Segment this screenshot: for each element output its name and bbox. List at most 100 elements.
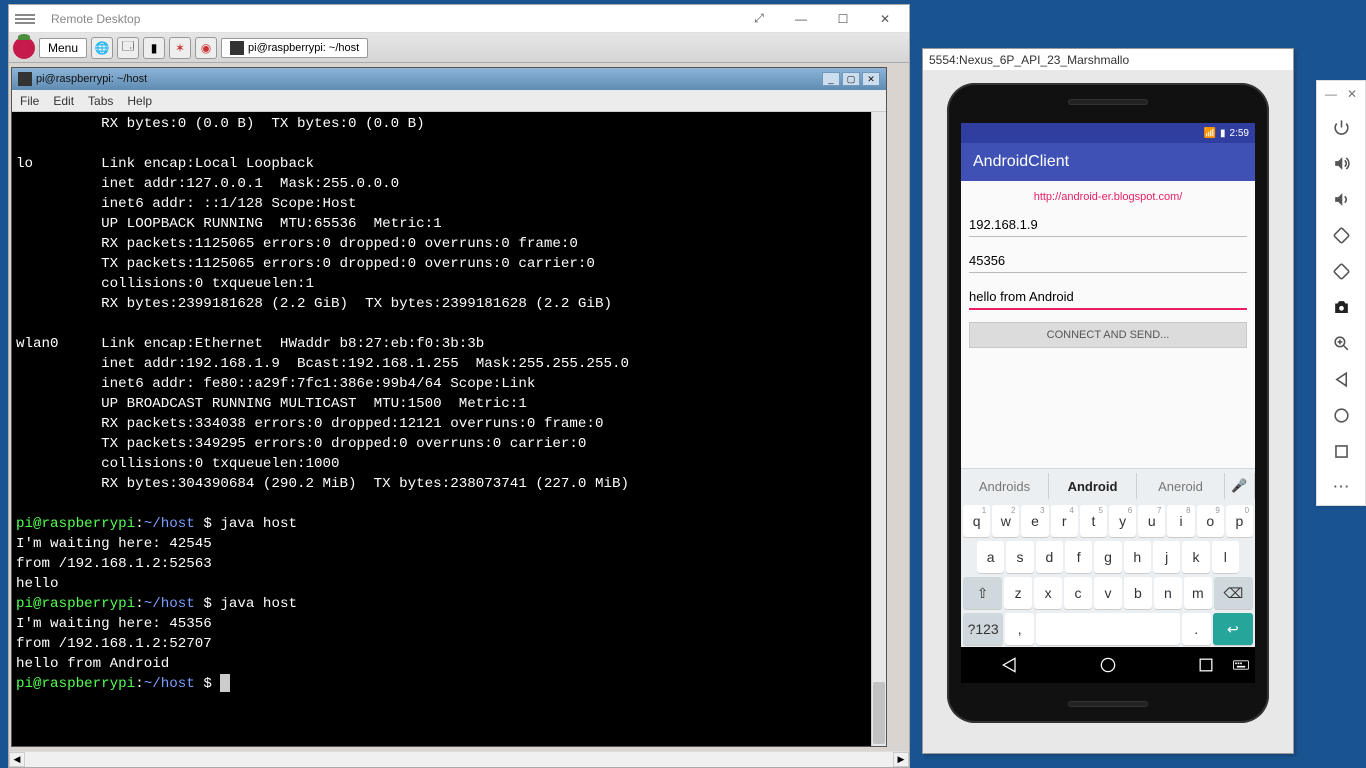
terminal-icon[interactable]: ▮ xyxy=(143,37,165,59)
term-maximize-button[interactable]: ▢ xyxy=(842,72,860,86)
enter-key[interactable]: ↩ xyxy=(1213,613,1253,645)
cursor-icon xyxy=(220,674,230,692)
term-minimize-button[interactable]: _ xyxy=(822,72,840,86)
space-key[interactable] xyxy=(1036,613,1180,645)
port-input[interactable] xyxy=(969,249,1247,273)
ip-input[interactable] xyxy=(969,213,1247,237)
suggestion-3[interactable]: Aneroid xyxy=(1137,473,1225,499)
key-n[interactable]: n xyxy=(1154,577,1182,609)
terminal-window: pi@raspberrypi: ~/host _ ▢ ✕ File Edit T… xyxy=(11,67,887,747)
key-⌫[interactable]: ⌫ xyxy=(1214,577,1253,609)
key-e[interactable]: e3 xyxy=(1021,505,1048,537)
horizontal-scrollbar[interactable]: ◀ ▶ xyxy=(9,751,909,767)
key-r[interactable]: r4 xyxy=(1051,505,1078,537)
taskbar-terminal-item[interactable]: pi@raspberrypi: ~/host xyxy=(221,38,368,58)
term-close-button[interactable]: ✕ xyxy=(862,72,880,86)
key-p[interactable]: p0 xyxy=(1226,505,1253,537)
app-title: AndroidClient xyxy=(973,153,1069,171)
comma-key[interactable]: , xyxy=(1005,613,1034,645)
key-b[interactable]: b xyxy=(1124,577,1152,609)
terminal-body[interactable]: RX bytes:0 (0.0 B) TX bytes:0 (0.0 B) lo… xyxy=(12,112,886,746)
key-l[interactable]: l xyxy=(1212,541,1239,573)
suggestion-2[interactable]: Android xyxy=(1049,473,1137,499)
toolbar-minimize-button[interactable]: — xyxy=(1325,87,1337,101)
period-key[interactable]: . xyxy=(1182,613,1211,645)
browser-icon[interactable]: 🌐 xyxy=(91,37,113,59)
emulator-titlebar[interactable]: 5554:Nexus_6P_API_23_Marshmallo xyxy=(923,49,1293,71)
menu-file[interactable]: File xyxy=(20,94,39,108)
suggestion-1[interactable]: Androids xyxy=(961,473,1049,499)
signal-icon: 📶 xyxy=(1204,128,1216,139)
volume-down-icon[interactable] xyxy=(1323,181,1359,217)
menu-edit[interactable]: Edit xyxy=(53,94,74,108)
minimize-button[interactable]: — xyxy=(783,9,819,29)
wolfram-icon[interactable]: ◉ xyxy=(195,37,217,59)
key-f[interactable]: f xyxy=(1065,541,1092,573)
mathematica-icon[interactable]: ✶ xyxy=(169,37,191,59)
remote-desktop-titlebar[interactable]: Remote Desktop ⤢ — ☐ ✕ xyxy=(9,5,909,33)
rotate-left-icon[interactable] xyxy=(1323,217,1359,253)
key-y[interactable]: y6 xyxy=(1109,505,1136,537)
raspberry-icon[interactable] xyxy=(13,37,35,59)
rpi-taskbar: Menu 🌐 🗔 ▮ ✶ ◉ pi@raspberrypi: ~/host xyxy=(9,33,909,63)
rotate-right-icon[interactable] xyxy=(1323,253,1359,289)
earpiece-icon xyxy=(1068,99,1148,105)
key-w[interactable]: w2 xyxy=(992,505,1019,537)
volume-up-icon[interactable] xyxy=(1323,145,1359,181)
zoom-icon[interactable] xyxy=(1323,325,1359,361)
home-icon[interactable] xyxy=(1323,397,1359,433)
blog-link[interactable]: http://android-er.blogspot.com/ xyxy=(969,187,1247,207)
numeric-key[interactable]: ?123 xyxy=(963,613,1003,645)
key-i[interactable]: i8 xyxy=(1167,505,1194,537)
key-h[interactable]: h xyxy=(1124,541,1151,573)
menu-button[interactable]: Menu xyxy=(39,38,87,58)
key-⇧[interactable]: ⇧ xyxy=(963,577,1002,609)
back-icon[interactable] xyxy=(1323,361,1359,397)
terminal-title: pi@raspberrypi: ~/host xyxy=(36,73,822,85)
key-a[interactable]: a xyxy=(977,541,1004,573)
key-m[interactable]: m xyxy=(1184,577,1212,609)
nav-keyboard-icon[interactable] xyxy=(1231,655,1251,675)
mic-icon[interactable]: 🎤 xyxy=(1225,473,1255,499)
key-v[interactable]: v xyxy=(1094,577,1122,609)
menu-help[interactable]: Help xyxy=(127,94,152,108)
camera-icon[interactable] xyxy=(1323,289,1359,325)
nav-back-icon[interactable] xyxy=(1000,655,1020,675)
scroll-track[interactable] xyxy=(25,752,893,767)
menu-tabs[interactable]: Tabs xyxy=(88,94,113,108)
key-row-3: ⇧zxcvbnm⌫ xyxy=(961,575,1255,611)
filemanager-icon[interactable]: 🗔 xyxy=(117,37,139,59)
close-button[interactable]: ✕ xyxy=(867,9,903,29)
key-z[interactable]: z xyxy=(1004,577,1032,609)
scroll-right-icon[interactable]: ▶ xyxy=(893,752,909,767)
overview-icon[interactable] xyxy=(1323,433,1359,469)
key-u[interactable]: u7 xyxy=(1138,505,1165,537)
key-q[interactable]: q1 xyxy=(963,505,990,537)
maximize-button[interactable]: ☐ xyxy=(825,9,861,29)
connect-send-button[interactable]: CONNECT AND SEND... xyxy=(969,322,1247,348)
terminal-task-icon xyxy=(230,41,244,55)
toolbar-close-button[interactable]: ✕ xyxy=(1347,87,1357,101)
key-x[interactable]: x xyxy=(1034,577,1062,609)
more-icon[interactable]: ⋯ xyxy=(1323,469,1359,505)
key-j[interactable]: j xyxy=(1153,541,1180,573)
terminal-scrollbar[interactable] xyxy=(871,112,886,746)
terminal-titlebar-icon xyxy=(18,72,32,86)
message-input[interactable] xyxy=(969,285,1247,310)
scroll-thumb[interactable] xyxy=(873,682,885,744)
key-t[interactable]: t5 xyxy=(1080,505,1107,537)
hamburger-icon[interactable] xyxy=(15,14,35,24)
emulator-canvas: 📶 ▮ 2:59 AndroidClient http://android-er… xyxy=(923,71,1293,753)
scroll-left-icon[interactable]: ◀ xyxy=(9,752,25,767)
terminal-titlebar[interactable]: pi@raspberrypi: ~/host _ ▢ ✕ xyxy=(12,68,886,90)
power-icon[interactable] xyxy=(1323,109,1359,145)
nav-home-icon[interactable] xyxy=(1098,655,1118,675)
nav-recent-icon[interactable] xyxy=(1196,655,1216,675)
key-o[interactable]: o9 xyxy=(1197,505,1224,537)
key-d[interactable]: d xyxy=(1036,541,1063,573)
key-s[interactable]: s xyxy=(1006,541,1033,573)
expand-button[interactable]: ⤢ xyxy=(741,9,777,29)
key-g[interactable]: g xyxy=(1094,541,1121,573)
key-c[interactable]: c xyxy=(1064,577,1092,609)
key-k[interactable]: k xyxy=(1182,541,1209,573)
